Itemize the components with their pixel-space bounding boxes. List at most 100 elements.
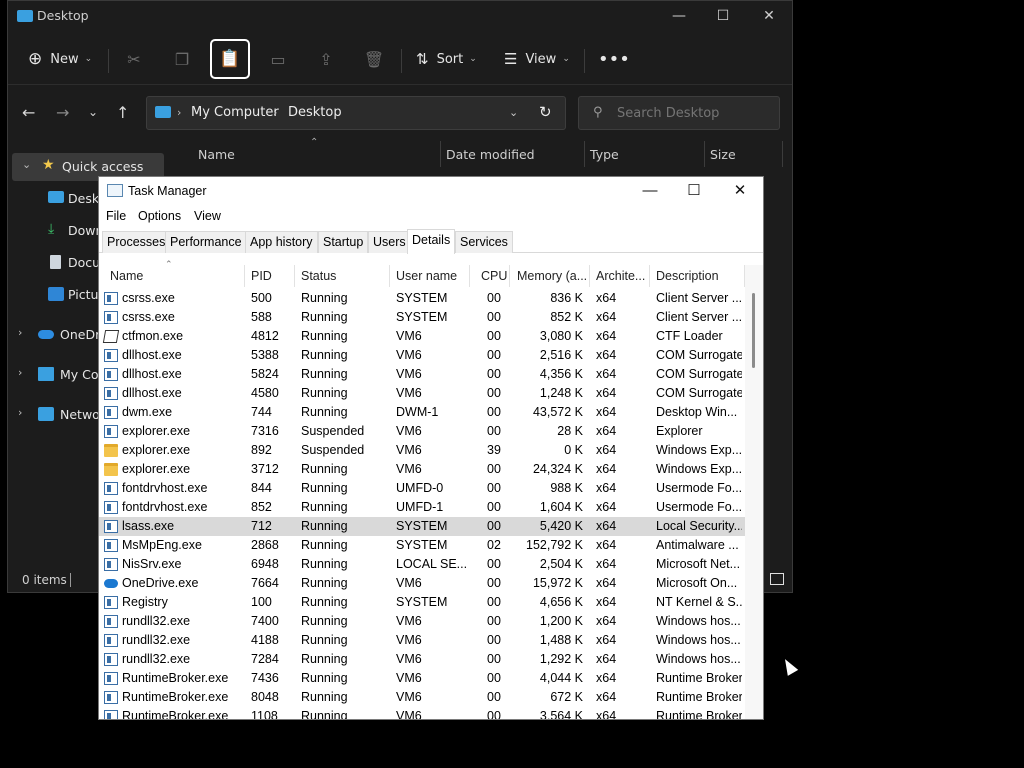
breadcrumb-my-computer[interactable]: My Computer	[191, 105, 279, 120]
minimize-icon[interactable]: —	[656, 5, 702, 29]
table-row[interactable]: dllhost.exe 5388 Running VM6 00 2,516 K x64 COM…	[99, 346, 745, 365]
table-row[interactable]: dwm.exe 744 Running DWM-1 00 43,572 K x64 Deskt…	[99, 403, 745, 422]
cell-mem: 3,564 K	[539, 709, 583, 720]
table-row[interactable]: explorer.exe 3712 Running VM6 00 24,324 K x64 W…	[99, 460, 745, 479]
column-divider[interactable]	[469, 265, 470, 287]
table-row[interactable]: MsMpEng.exe 2868 Running SYSTEM 02 152,792 K x…	[99, 536, 745, 555]
network-icon	[38, 407, 54, 421]
sort-button[interactable]: ⇅ Sort ⌄	[416, 40, 477, 78]
column-divider[interactable]	[589, 265, 590, 287]
col-cpu[interactable]: CPU	[481, 269, 507, 283]
column-divider[interactable]	[649, 265, 650, 287]
table-row[interactable]: fontdrvhost.exe 844 Running UMFD-0 00 988 K x6…	[99, 479, 745, 498]
more-options-button[interactable]: •••	[598, 40, 630, 78]
tab-startup[interactable]: Startup	[318, 231, 369, 253]
cut-button[interactable]: ✂	[114, 40, 154, 78]
table-row[interactable]: lsass.exe 712 Running SYSTEM 00 5,420 K x64 Loc…	[99, 517, 745, 536]
table-row[interactable]: csrss.exe 588 Running SYSTEM 00 852 K x64 Clien…	[99, 308, 745, 327]
vertical-scrollbar[interactable]	[745, 265, 763, 719]
cell-name: rundll32.exe	[122, 614, 191, 628]
paste-button[interactable]: 📋	[210, 39, 250, 79]
view-button[interactable]: ☰ View ⌄	[504, 40, 570, 78]
column-divider[interactable]	[509, 265, 510, 287]
table-row[interactable]: OneDrive.exe 7664 Running VM6 00 15,972 K x64 M…	[99, 574, 745, 593]
table-row[interactable]: rundll32.exe 4188 Running VM6 00 1,488 K x64 Wi…	[99, 631, 745, 650]
table-row[interactable]: rundll32.exe 7400 Running VM6 00 1,200 K x64 Wi…	[99, 612, 745, 631]
table-row[interactable]: ctfmon.exe 4812 Running VM6 00 3,080 K x64 CTF …	[99, 327, 745, 346]
cell-mem: 152,792 K	[526, 538, 583, 552]
tab-users[interactable]: Users	[368, 231, 411, 253]
search-box[interactable]: ⚲	[578, 96, 780, 130]
cell-user: SYSTEM	[396, 310, 448, 324]
cell-arch: x64	[596, 367, 617, 381]
cell-status: Running	[301, 709, 348, 720]
maximize-icon[interactable]: ☐	[671, 180, 717, 202]
column-divider[interactable]	[704, 141, 705, 167]
tab-app-history[interactable]: App history	[245, 231, 318, 253]
col-pid[interactable]: PID	[251, 269, 272, 283]
table-row[interactable]: fontdrvhost.exe 852 Running UMFD-1 00 1,604 K…	[99, 498, 745, 517]
delete-button[interactable]: 🗑	[354, 40, 394, 78]
breadcrumb-desktop[interactable]: Desktop	[288, 105, 342, 120]
details-column-header: ⌃ Name PID Status User name CPU Memory (…	[99, 259, 745, 287]
address-bar[interactable]: › My Computer › Desktop ⌄ ↻	[146, 96, 566, 130]
maximize-icon[interactable]: ☐	[700, 5, 746, 29]
table-row[interactable]: explorer.exe 892 Suspended VM6 39 0 K x64 Windo…	[99, 441, 745, 460]
back-arrow-icon[interactable]: ←	[22, 103, 35, 122]
menu-file[interactable]: File	[106, 209, 126, 223]
column-divider[interactable]	[389, 265, 390, 287]
download-icon: ⤓	[48, 221, 55, 237]
table-row[interactable]: RuntimeBroker.exe 8048 Running VM6 00 672 K x6…	[99, 688, 745, 707]
column-divider[interactable]	[294, 265, 295, 287]
menu-options[interactable]: Options	[138, 209, 181, 223]
refresh-icon[interactable]: ↻	[539, 103, 552, 121]
details-view-icon[interactable]	[770, 573, 784, 585]
rename-button[interactable]: ▭	[258, 40, 298, 78]
column-divider[interactable]	[782, 141, 783, 167]
up-arrow-icon[interactable]: ↑	[116, 103, 129, 122]
column-divider[interactable]	[244, 265, 245, 287]
col-type[interactable]: Type	[590, 147, 619, 162]
col-name[interactable]: Name	[198, 147, 235, 162]
search-input[interactable]	[617, 104, 767, 122]
scrollbar-thumb[interactable]	[752, 293, 755, 368]
cell-user: SYSTEM	[396, 519, 448, 533]
cell-cpu: 00	[487, 367, 501, 381]
col-user-name[interactable]: User name	[396, 269, 457, 283]
table-row[interactable]: Registry 100 Running SYSTEM 00 4,656 K x64 NT K…	[99, 593, 745, 612]
table-row[interactable]: RuntimeBroker.exe 7436 Running VM6 00 4,044 K…	[99, 669, 745, 688]
col-date-modified[interactable]: Date modified	[446, 147, 535, 162]
column-divider[interactable]	[584, 141, 585, 167]
tab-services[interactable]: Services	[455, 231, 513, 253]
col-description[interactable]: Description	[656, 269, 719, 283]
share-button[interactable]: ⇪	[306, 40, 346, 78]
table-row[interactable]: explorer.exe 7316 Suspended VM6 00 28 K x64 Exp…	[99, 422, 745, 441]
tab-processes[interactable]: Processes	[102, 231, 171, 253]
table-row[interactable]: csrss.exe 500 Running SYSTEM 00 836 K x64 Clien…	[99, 289, 745, 308]
col-architecture[interactable]: Archite...	[596, 269, 646, 283]
chevron-right-icon: ›	[18, 326, 23, 339]
close-icon[interactable]: ✕	[717, 180, 763, 202]
tab-details[interactable]: Details	[407, 229, 456, 254]
close-icon[interactable]: ✕	[746, 5, 792, 29]
table-row[interactable]: NisSrv.exe 6948 Running LOCAL SE... 00 2,504 …	[99, 555, 745, 574]
recent-chevron-icon[interactable]: ⌄	[88, 105, 98, 119]
column-divider[interactable]	[440, 141, 441, 167]
table-row[interactable]: dllhost.exe 5824 Running VM6 00 4,356 K x64 COM…	[99, 365, 745, 384]
table-row[interactable]: rundll32.exe 7284 Running VM6 00 1,292 K x64 Wi…	[99, 650, 745, 669]
col-size[interactable]: Size	[710, 147, 736, 162]
table-row[interactable]: RuntimeBroker.exe 1108 Running VM6 00 3,564 K…	[99, 707, 745, 720]
col-memory[interactable]: Memory (a...	[517, 269, 587, 283]
tab-performance[interactable]: Performance	[165, 231, 247, 253]
cell-user: SYSTEM	[396, 291, 448, 305]
col-name[interactable]: Name	[110, 269, 143, 283]
table-row[interactable]: dllhost.exe 4580 Running VM6 00 1,248 K x64 COM…	[99, 384, 745, 403]
cell-cpu: 00	[487, 500, 501, 514]
menu-view[interactable]: View	[194, 209, 221, 223]
address-dropdown-icon[interactable]: ⌄	[509, 106, 518, 119]
copy-button[interactable]: ❐	[162, 40, 202, 78]
minimize-icon[interactable]: —	[627, 180, 673, 202]
col-status[interactable]: Status	[301, 269, 336, 283]
new-button[interactable]: ⊕ New ⌄	[28, 40, 92, 78]
forward-arrow-icon[interactable]: →	[56, 103, 69, 122]
